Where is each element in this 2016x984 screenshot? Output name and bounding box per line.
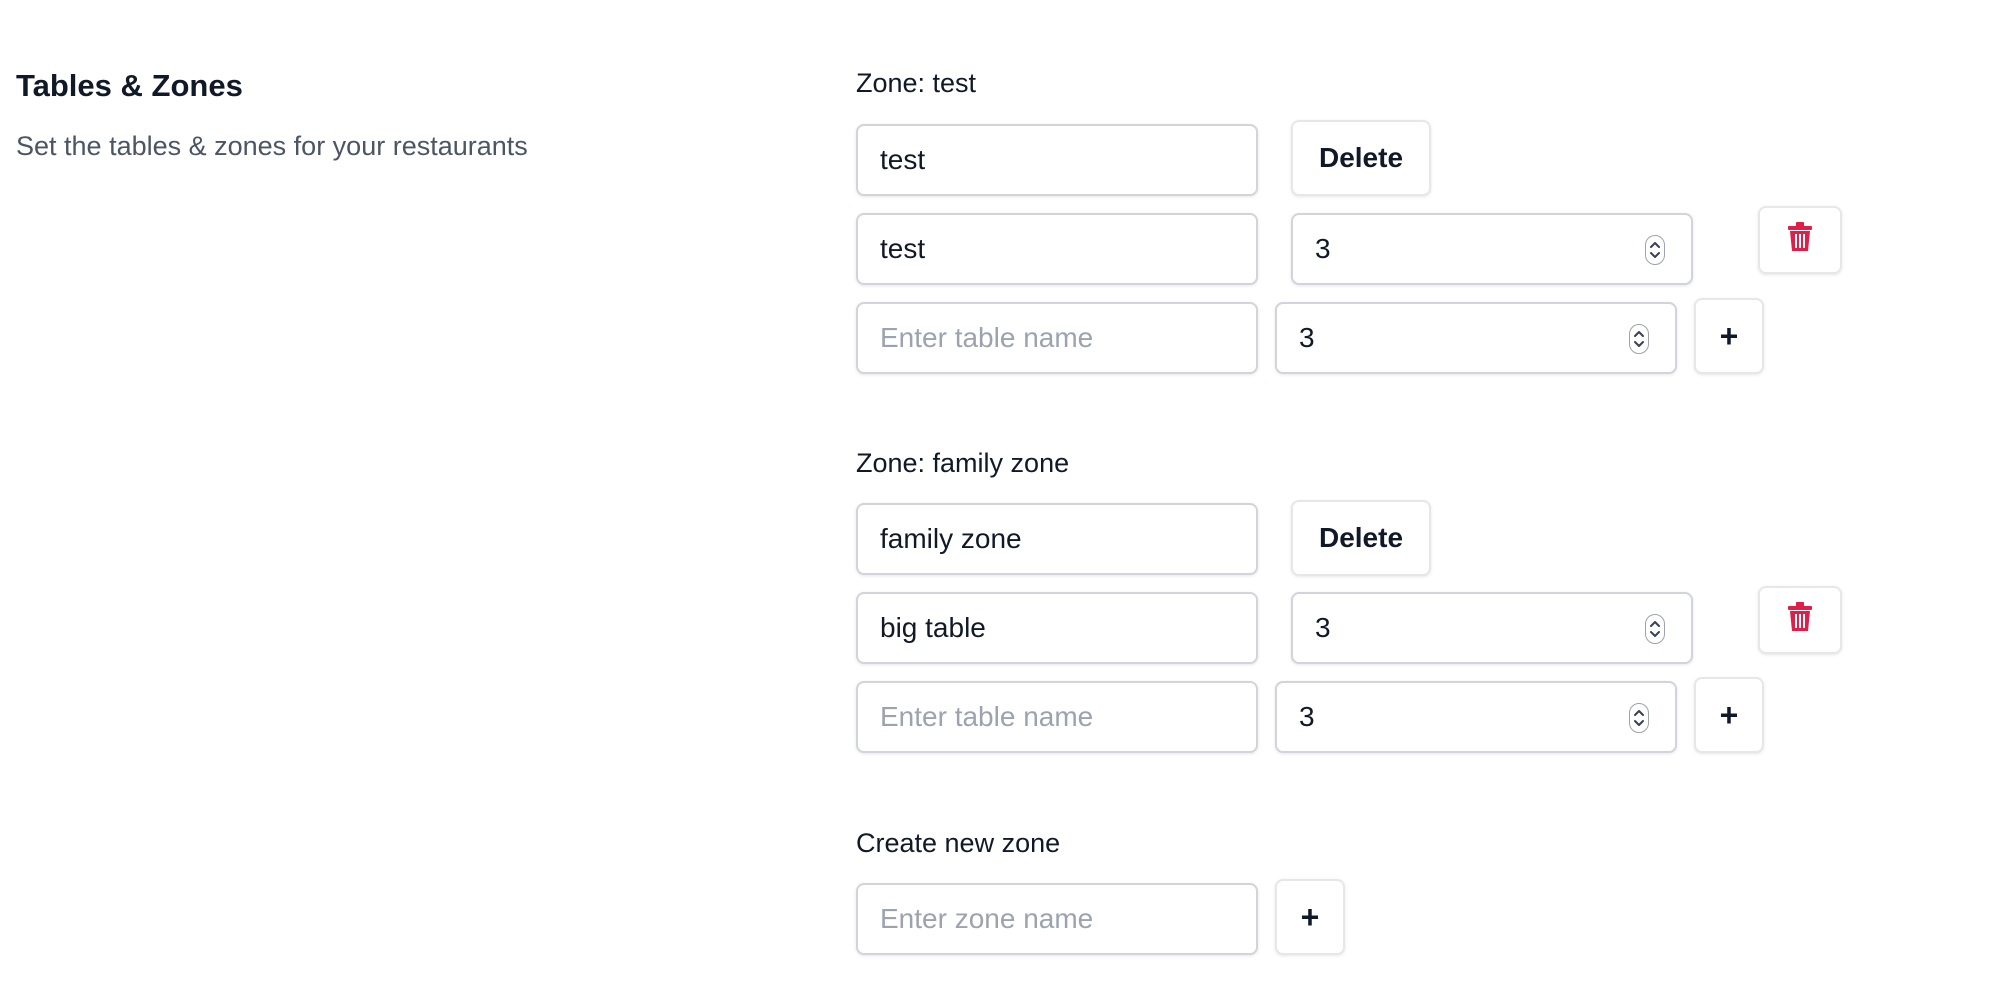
new-table-capacity-value: 3 — [1299, 701, 1315, 732]
add-table-button[interactable]: + — [1694, 298, 1764, 374]
chevron-up-down-icon[interactable] — [1645, 614, 1665, 644]
delete-table-button[interactable] — [1758, 206, 1842, 274]
table-name-input[interactable] — [856, 213, 1258, 285]
new-table-name-input[interactable] — [856, 302, 1258, 374]
chevron-up-down-icon[interactable] — [1629, 703, 1649, 733]
new-table-capacity-input[interactable]: 3 — [1275, 681, 1677, 753]
chevron-up-down-icon[interactable] — [1629, 324, 1649, 354]
trash-icon — [1787, 221, 1813, 259]
create-zone-label: Create new zone — [856, 828, 1061, 858]
new-table-name-input[interactable] — [856, 681, 1258, 753]
zone-name-input[interactable] — [856, 503, 1258, 575]
table-capacity-value: 3 — [1315, 233, 1331, 264]
table-capacity-input[interactable]: 3 — [1291, 213, 1693, 285]
zone-label: Zone: family zone — [856, 448, 1070, 478]
delete-zone-button[interactable]: Delete — [1291, 500, 1431, 576]
table-capacity-value: 3 — [1315, 612, 1331, 643]
chevron-up-down-icon[interactable] — [1645, 235, 1665, 265]
new-zone-name-input[interactable] — [856, 883, 1258, 955]
table-name-input[interactable] — [856, 592, 1258, 664]
new-table-capacity-input[interactable]: 3 — [1275, 302, 1677, 374]
plus-icon: + — [1719, 697, 1739, 733]
plus-icon: + — [1719, 318, 1739, 354]
add-table-button[interactable]: + — [1694, 677, 1764, 753]
add-zone-button[interactable]: + — [1275, 879, 1345, 955]
trash-icon — [1787, 601, 1813, 639]
delete-table-button[interactable] — [1758, 586, 1842, 654]
section-title: Tables & Zones — [16, 68, 243, 103]
new-table-capacity-value: 3 — [1299, 322, 1315, 353]
plus-icon: + — [1300, 899, 1320, 935]
table-capacity-input[interactable]: 3 — [1291, 592, 1693, 664]
zone-label: Zone: test — [856, 68, 977, 98]
zone-name-input[interactable] — [856, 124, 1258, 196]
delete-zone-button[interactable]: Delete — [1291, 120, 1431, 196]
section-description: Set the tables & zones for your restaura… — [16, 131, 528, 161]
